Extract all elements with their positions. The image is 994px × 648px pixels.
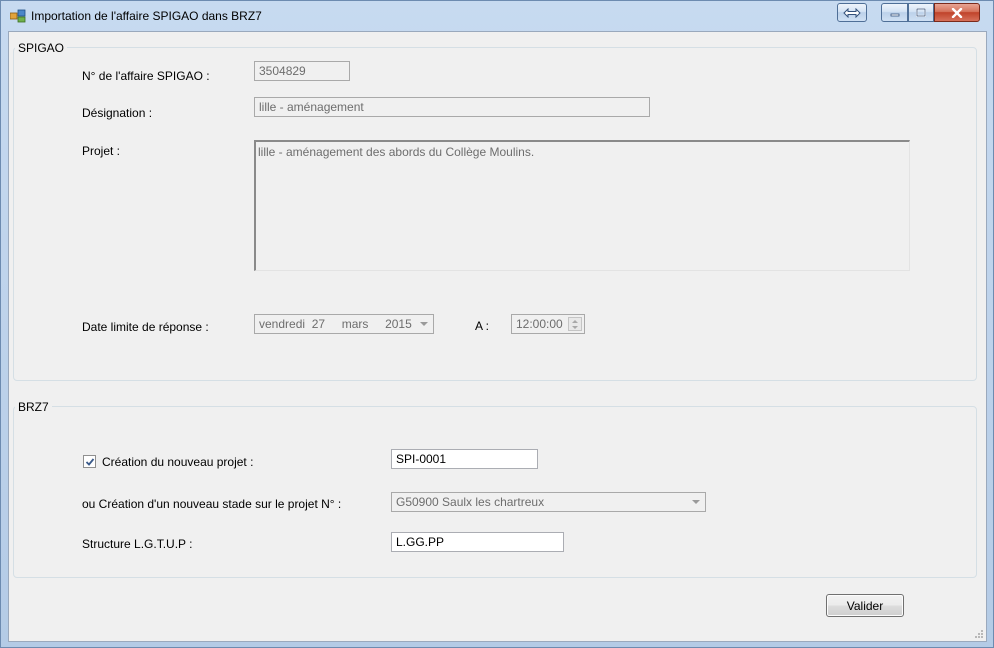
checkmark-icon xyxy=(85,457,94,466)
minimize-button[interactable] xyxy=(881,3,908,22)
stade-project-value: G50900 Saulx les chartreux xyxy=(396,495,545,509)
close-button[interactable] xyxy=(934,3,980,22)
spinner-arrows-icon[interactable] xyxy=(568,317,582,331)
date-limit-picker[interactable]: vendredi 27 mars 2015 xyxy=(254,314,434,334)
creation-checkbox[interactable] xyxy=(83,455,96,468)
resize-grip-icon[interactable] xyxy=(974,629,984,639)
designation-label: Désignation : xyxy=(82,106,153,120)
time-label: A : xyxy=(475,319,490,333)
brz7-group-title: BRZ7 xyxy=(15,400,52,414)
close-icon xyxy=(951,7,963,18)
maximize-button[interactable] xyxy=(908,3,934,22)
app-window: Importation de l'affaire SPIGAO dans BRZ… xyxy=(0,0,994,648)
stade-project-select[interactable]: G50900 Saulx les chartreux xyxy=(391,492,706,512)
date-day: 27 xyxy=(311,317,326,331)
date-limit-label: Date limite de réponse : xyxy=(82,320,209,334)
date-year: 2015 xyxy=(385,317,412,331)
app-icon xyxy=(10,9,26,23)
resize-button[interactable] xyxy=(837,3,867,22)
chevron-down-icon[interactable] xyxy=(420,322,428,326)
minimize-icon xyxy=(890,13,899,16)
time-value: 12:00:00 xyxy=(516,317,563,331)
affaire-label: N° de l'affaire SPIGAO : xyxy=(82,69,210,83)
window-title: Importation de l'affaire SPIGAO dans BRZ… xyxy=(31,9,262,23)
date-weekday: vendredi xyxy=(259,317,306,331)
creation-project-input[interactable]: SPI-0001 xyxy=(391,449,538,469)
stade-label: ou Création d'un nouveau stade sur le pr… xyxy=(82,497,342,511)
creation-label: Création du nouveau projet : xyxy=(102,455,254,469)
time-picker[interactable]: 12:00:00 xyxy=(511,314,585,334)
spigao-group-title: SPIGAO xyxy=(15,41,68,55)
chevron-down-icon[interactable] xyxy=(692,500,700,504)
form-client-area: SPIGAO N° de l'affaire SPIGAO : 3504829 … xyxy=(8,31,987,642)
structure-label: Structure L.G.T.U.P : xyxy=(82,537,193,551)
maximize-icon xyxy=(916,8,926,17)
resize-arrows-icon xyxy=(843,7,861,18)
title-bar[interactable]: Importation de l'affaire SPIGAO dans BRZ… xyxy=(1,1,993,31)
date-month: mars xyxy=(341,317,369,331)
designation-field[interactable]: lille - aménagement xyxy=(254,97,650,117)
projet-textarea[interactable]: lille - aménagement des abords du Collèg… xyxy=(254,140,910,271)
projet-label: Projet : xyxy=(82,144,121,158)
structure-input[interactable]: L.GG.PP xyxy=(391,532,564,552)
affaire-number-field[interactable]: 3504829 xyxy=(254,61,350,81)
validate-button[interactable]: Valider xyxy=(826,594,904,617)
